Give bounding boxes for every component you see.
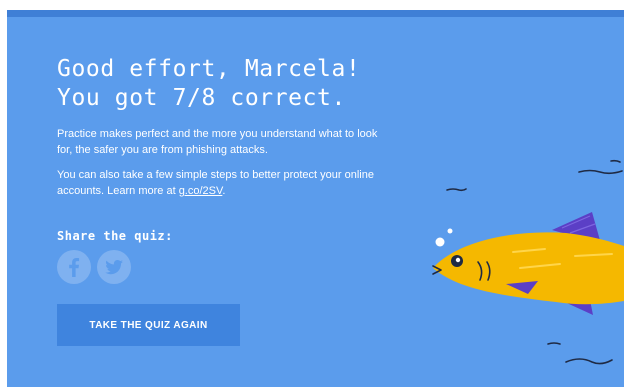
fish-illustration bbox=[432, 159, 624, 365]
page-frame: Good effort, Marcela! You got 7/8 correc… bbox=[0, 0, 624, 387]
bubble-small bbox=[447, 228, 453, 234]
bubble-large bbox=[435, 237, 445, 247]
fish-body bbox=[433, 232, 624, 305]
